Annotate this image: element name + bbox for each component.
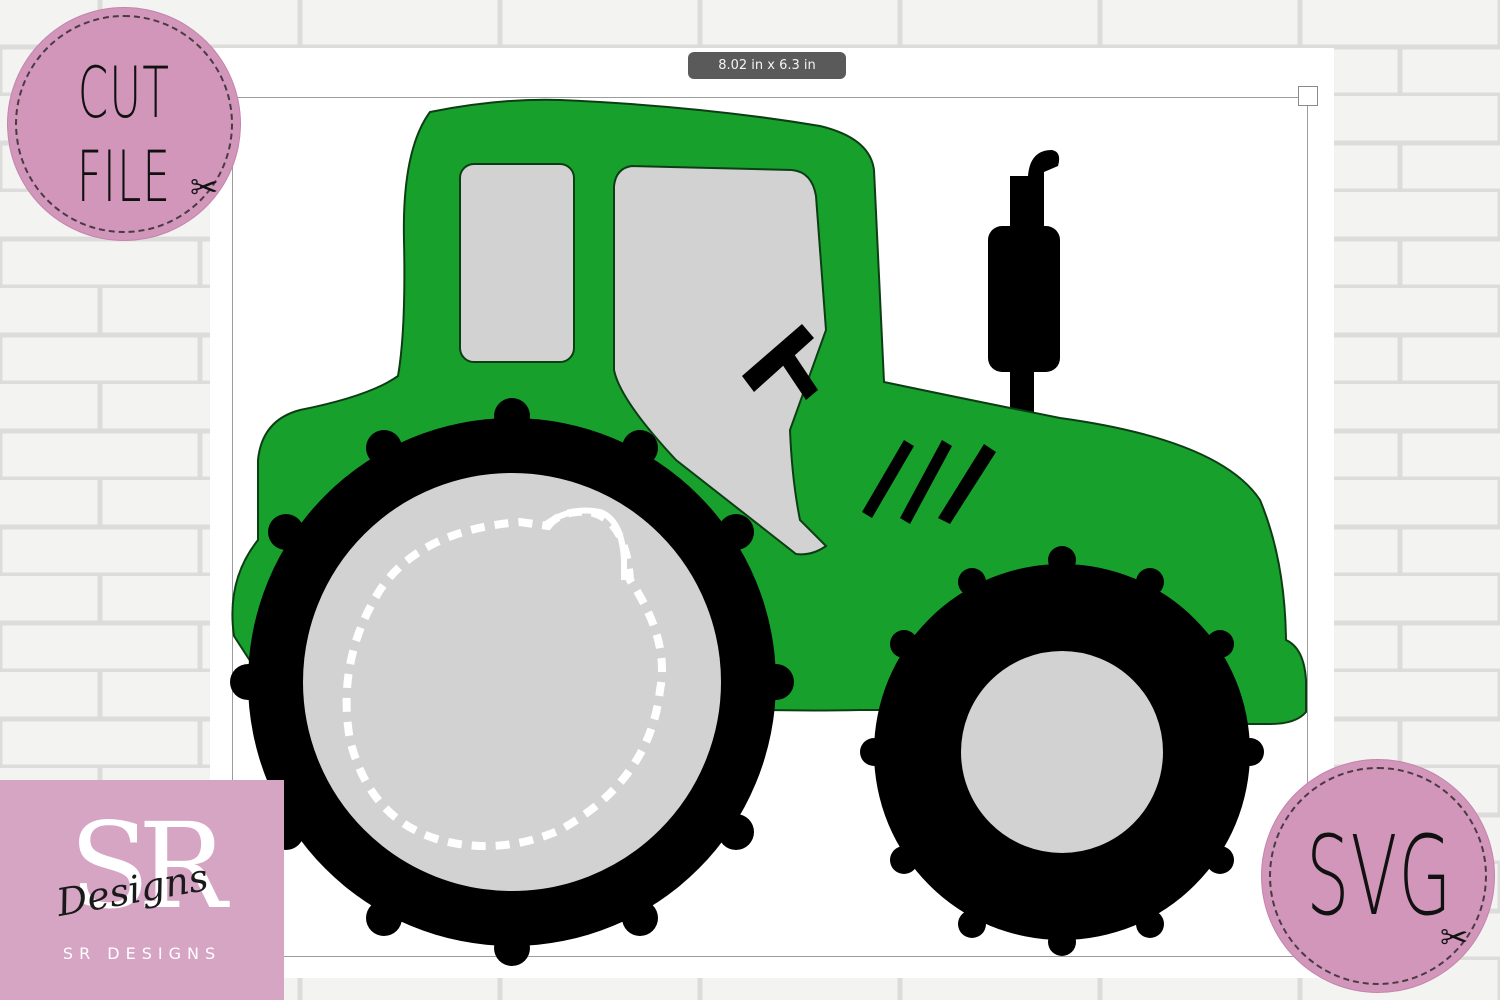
scissors-icon: ✂ <box>190 168 219 208</box>
svg-label: SVG <box>1306 812 1453 940</box>
scissors-icon: ✂ <box>1440 918 1469 958</box>
exhaust-pipe <box>988 150 1060 424</box>
cut-file-line1: CUT <box>77 52 171 134</box>
sr-designs-logo: SR Designs SR DESIGNS <box>0 780 284 1000</box>
rear-window <box>459 163 575 363</box>
logo-name: SR DESIGNS <box>62 944 222 963</box>
cut-file-line2: FILE <box>76 136 172 218</box>
